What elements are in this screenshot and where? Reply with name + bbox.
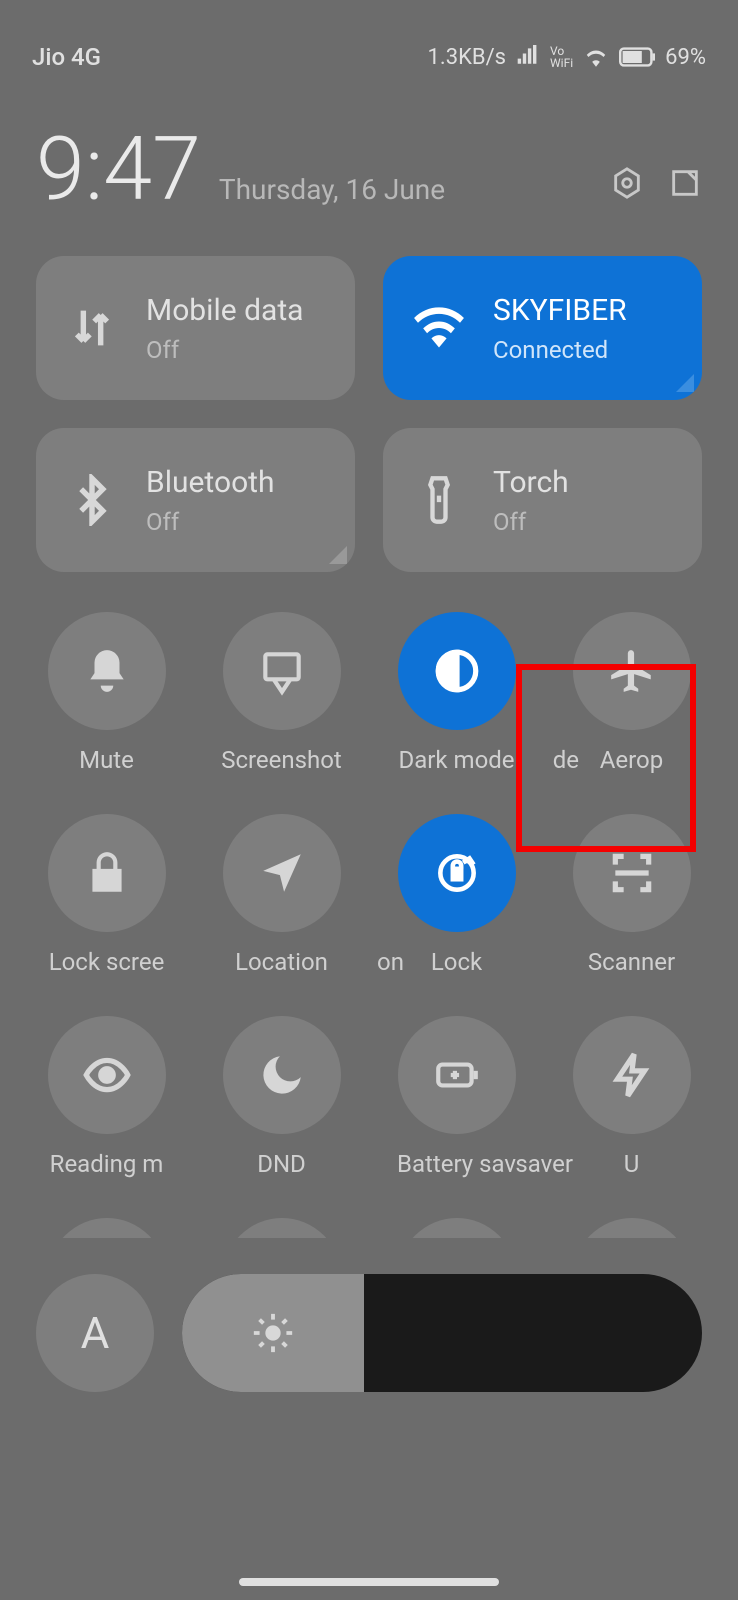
bluetooth-status: Off xyxy=(146,508,275,536)
dnd-toggle[interactable]: DND xyxy=(211,1016,352,1178)
battery-plus-icon xyxy=(432,1050,482,1100)
lock-screen-toggle[interactable]: Lock scree xyxy=(36,814,177,976)
ultra-saver-toggle[interactable]: U saver xyxy=(561,1016,702,1178)
clock-time: 9:47 xyxy=(36,126,201,214)
wifi-status: Connected xyxy=(493,336,627,364)
screenshot-label: Screenshot xyxy=(221,746,342,774)
network-speed: 1.3KB/s xyxy=(428,45,506,70)
toggles-row-4-partial xyxy=(0,1178,738,1238)
location-toggle[interactable]: Location xyxy=(211,814,352,976)
torch-label: Torch xyxy=(493,465,569,500)
bell-icon xyxy=(82,646,132,696)
mobile-data-tile[interactable]: Mobile data Off xyxy=(36,256,355,400)
airplane-icon xyxy=(607,646,657,696)
signal-icon xyxy=(516,45,540,69)
rotation-lock-icon xyxy=(432,848,482,898)
bluetooth-label: Bluetooth xyxy=(146,465,275,500)
torch-icon xyxy=(413,474,465,526)
gesture-nav-bar[interactable] xyxy=(239,1578,499,1586)
screenshot-toggle[interactable]: Screenshot xyxy=(211,612,352,774)
scanner-label: Scanner xyxy=(588,948,675,976)
rotation-lock-label: Lock xyxy=(431,948,482,976)
battery-saver-toggle[interactable]: Battery sav xyxy=(386,1016,527,1178)
edit-icon[interactable] xyxy=(668,166,702,200)
mute-toggle[interactable]: Mute xyxy=(36,612,177,774)
toggles-row-2: Lock scree Location Lock on Scanner xyxy=(0,774,738,976)
auto-brightness-button[interactable]: A xyxy=(36,1274,154,1392)
mobile-data-icon xyxy=(66,302,118,354)
toggles-row-3: Reading m DND Battery sav U saver xyxy=(0,976,738,1178)
reading-mode-toggle[interactable]: Reading m xyxy=(36,1016,177,1178)
expand-corner-icon xyxy=(329,546,347,564)
bolt-icon xyxy=(607,1050,657,1100)
partial-toggle-2[interactable] xyxy=(223,1218,341,1238)
scanner-toggle[interactable]: Scanner xyxy=(561,814,702,976)
eye-icon xyxy=(82,1050,132,1100)
rotation-prefix-label: on xyxy=(364,948,404,976)
vowifi-label: Vo WiFi xyxy=(550,45,573,69)
wifi-status-icon xyxy=(583,44,609,70)
battery-icon xyxy=(619,47,655,67)
brightness-slider[interactable] xyxy=(182,1274,702,1392)
rotation-lock-toggle[interactable]: Lock on xyxy=(386,814,527,976)
carrier-label: Jio 4G xyxy=(32,43,101,71)
brightness-row: A xyxy=(0,1238,738,1392)
torch-tile[interactable]: Torch Off xyxy=(383,428,702,572)
toggles-row-1: Mute Screenshot Dark mode Aerop de xyxy=(0,572,738,774)
dark-mode-label: Dark mode xyxy=(398,746,514,774)
dark-mode-toggle[interactable]: Dark mode xyxy=(386,612,527,774)
large-tiles-grid: Mobile data Off SKYFIBER Connected Bluet… xyxy=(0,224,738,572)
location-label: Location xyxy=(235,948,328,976)
scissors-icon xyxy=(257,646,307,696)
lock-icon xyxy=(82,848,132,898)
partial-toggle-3[interactable] xyxy=(398,1218,516,1238)
airplane-prefix-label: de xyxy=(539,746,579,774)
bluetooth-tile[interactable]: Bluetooth Off xyxy=(36,428,355,572)
wifi-icon xyxy=(413,302,465,354)
ultra-label: U xyxy=(624,1150,640,1178)
settings-gear-icon[interactable] xyxy=(610,166,644,200)
reading-label: Reading m xyxy=(50,1150,164,1178)
location-arrow-icon xyxy=(257,848,307,898)
battery-percent: 69% xyxy=(665,45,706,70)
wifi-tile[interactable]: SKYFIBER Connected xyxy=(383,256,702,400)
partial-toggle-4[interactable] xyxy=(573,1218,691,1238)
battery-saver-label: Battery sav xyxy=(397,1150,516,1178)
mobile-data-status: Off xyxy=(146,336,303,364)
airplane-toggle[interactable]: Aerop de xyxy=(561,612,702,774)
partial-toggle-1[interactable] xyxy=(48,1218,166,1238)
panel-header: 9:47 Thursday, 16 June xyxy=(0,90,738,224)
status-bar: Jio 4G 1.3KB/s Vo WiFi 69% xyxy=(0,0,738,90)
lock-screen-label: Lock scree xyxy=(49,948,165,976)
wifi-label: SKYFIBER xyxy=(493,293,627,328)
sun-icon xyxy=(250,1310,296,1356)
torch-status: Off xyxy=(493,508,569,536)
dnd-label: DND xyxy=(257,1150,306,1178)
airplane-label: Aerop xyxy=(600,746,663,774)
moon-icon xyxy=(257,1050,307,1100)
scanner-icon xyxy=(607,848,657,898)
ultra-prefix-label: saver xyxy=(513,1150,573,1178)
mobile-data-label: Mobile data xyxy=(146,293,303,328)
expand-corner-icon xyxy=(676,374,694,392)
clock-date: Thursday, 16 June xyxy=(219,173,445,214)
dark-mode-icon xyxy=(432,646,482,696)
bluetooth-icon xyxy=(66,474,118,526)
status-right-cluster: 1.3KB/s Vo WiFi 69% xyxy=(428,44,706,70)
mute-label: Mute xyxy=(79,746,134,774)
